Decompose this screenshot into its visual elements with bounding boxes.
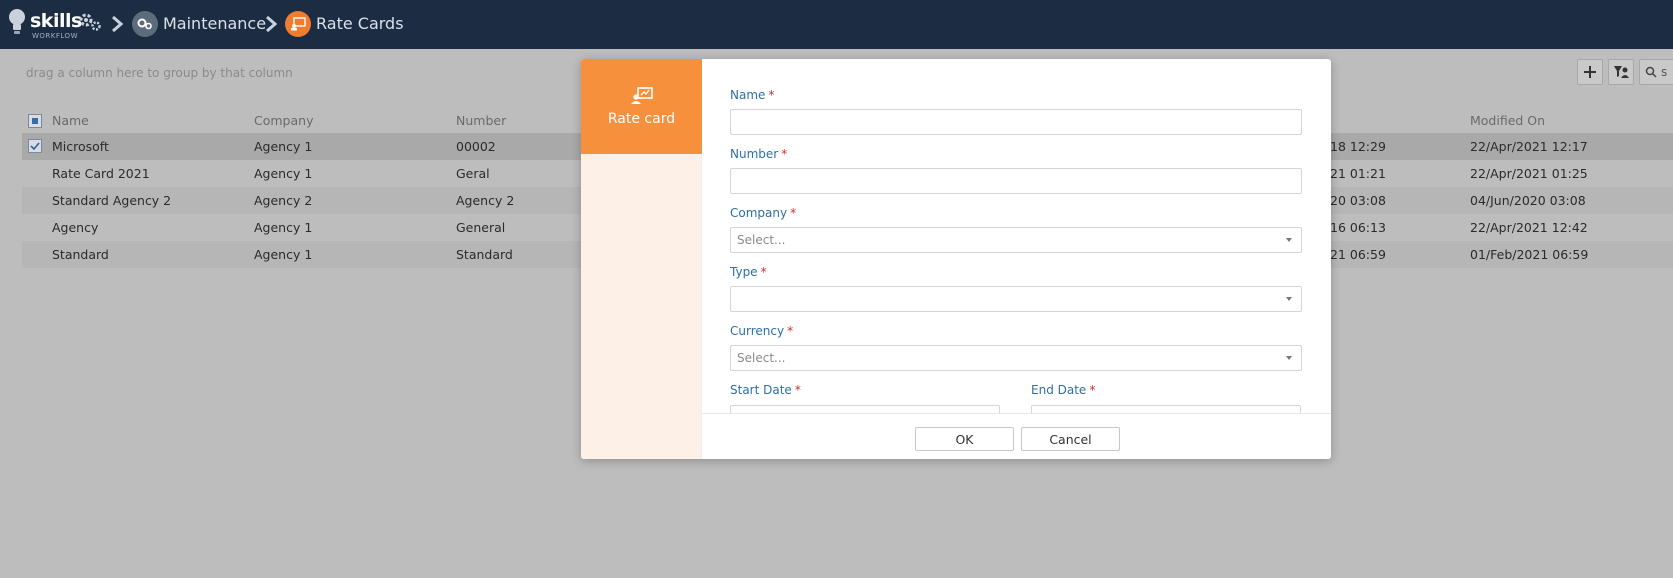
- end-date-input[interactable]: [1031, 405, 1301, 413]
- rate-card-glyph-icon: [291, 17, 306, 31]
- chevron-right-icon: [112, 15, 124, 33]
- rate-card-form: Name * Number * Company * Select... Type * C…: [730, 59, 1302, 413]
- cell-created-partial: 21 06:59: [1330, 247, 1386, 262]
- cell-company: Agency 1: [254, 247, 313, 262]
- gears-icon: [79, 13, 101, 31]
- cell-created-partial: 21 01:21: [1330, 166, 1386, 181]
- cell-modified-on: 04/Jun/2020 03:08: [1470, 193, 1586, 208]
- logo-text: skills: [30, 10, 82, 32]
- company-label: Company *: [730, 206, 797, 220]
- search-partial-text: s: [1661, 65, 1668, 79]
- number-input[interactable]: [730, 168, 1302, 194]
- breadcrumb-rate-cards: Rate Cards: [316, 14, 404, 33]
- currency-label: Currency *: [730, 324, 794, 338]
- type-select[interactable]: [730, 286, 1302, 312]
- group-by-hint[interactable]: drag a column here to group by that colu…: [26, 66, 293, 80]
- rate-card-icon: [630, 86, 653, 104]
- chevron-right-icon: [266, 15, 278, 33]
- logo-subtext: WORKFLOW: [32, 32, 78, 40]
- cancel-button[interactable]: Cancel: [1021, 427, 1120, 451]
- dialog-sidebar: Rate card: [581, 59, 702, 459]
- cell-number: Standard: [456, 247, 513, 262]
- check-icon: [30, 142, 40, 151]
- cell-number: 00002: [456, 139, 496, 154]
- type-label: Type *: [730, 265, 767, 279]
- column-header-name[interactable]: Name: [52, 113, 89, 128]
- dialog-footer: OK Cancel: [702, 413, 1331, 459]
- chevron-down-icon: [1286, 238, 1292, 242]
- gears-icon: [137, 18, 152, 30]
- column-header-modified-on[interactable]: Modified On: [1470, 113, 1545, 128]
- breadcrumb-maintenance[interactable]: Maintenance: [163, 14, 266, 33]
- name-label: Name *: [730, 88, 775, 102]
- cell-company: Agency 1: [254, 166, 313, 181]
- app-logo[interactable]: skills WORKFLOW: [8, 8, 103, 40]
- column-header-number[interactable]: Number: [456, 113, 506, 128]
- number-label: Number *: [730, 147, 788, 161]
- cell-company: Agency 1: [254, 220, 313, 235]
- chevron-down-icon: [1286, 356, 1292, 360]
- start-date-input[interactable]: [730, 405, 1000, 413]
- tab-rate-card-label: Rate card: [607, 110, 676, 127]
- cell-modified-on: 22/Apr/2021 01:25: [1470, 166, 1588, 181]
- rate-card-icon[interactable]: [285, 11, 311, 37]
- cell-name: Standard Agency 2: [52, 193, 172, 208]
- ok-button[interactable]: OK: [915, 427, 1014, 451]
- company-placeholder: Select...: [737, 233, 786, 247]
- search-box[interactable]: s: [1639, 59, 1673, 85]
- cell-modified-on: 22/Apr/2021 12:17: [1470, 139, 1588, 154]
- column-header-company[interactable]: Company: [254, 113, 313, 128]
- cell-modified-on: 22/Apr/2021 12:42: [1470, 220, 1588, 235]
- cell-created-partial: 18 12:29: [1330, 139, 1386, 154]
- select-all-checkbox[interactable]: [28, 114, 42, 128]
- user-filter-icon: [1614, 66, 1629, 78]
- plus-icon: [1584, 66, 1596, 78]
- lightbulb-icon: [9, 9, 25, 34]
- rate-card-dialog: Rate card Name * Number * Company * Select.…: [581, 59, 1331, 459]
- cell-number: Agency 2: [456, 193, 515, 208]
- currency-placeholder: Select...: [737, 351, 786, 365]
- maintenance-icon[interactable]: [132, 11, 158, 37]
- cell-created-partial: 16 06:13: [1330, 220, 1386, 235]
- search-icon: [1645, 66, 1657, 78]
- cell-name: Rate Card 2021: [52, 166, 150, 181]
- cell-name: Agency: [52, 220, 99, 235]
- cell-created-partial: 20 03:08: [1330, 193, 1386, 208]
- chevron-down-icon: [1286, 297, 1292, 301]
- cell-name: Microsoft: [52, 139, 109, 154]
- cell-company: Agency 2: [254, 193, 313, 208]
- company-select[interactable]: Select...: [730, 227, 1302, 253]
- cell-number: General: [456, 220, 506, 235]
- indeterminate-mark: [32, 118, 38, 124]
- add-button[interactable]: [1577, 59, 1603, 85]
- top-bar: skills WORKFLOW Maintenance Rate Cards: [0, 0, 1673, 49]
- name-input[interactable]: [730, 109, 1302, 135]
- currency-select[interactable]: Select...: [730, 345, 1302, 371]
- cell-modified-on: 01/Feb/2021 06:59: [1470, 247, 1589, 262]
- end-date-label: End Date *: [1031, 383, 1096, 397]
- cell-name: Standard: [52, 247, 109, 262]
- tab-rate-card[interactable]: Rate card: [581, 59, 702, 154]
- start-date-label: Start Date *: [730, 383, 801, 397]
- cell-number: Geral: [456, 166, 490, 181]
- row-checkbox[interactable]: [28, 139, 42, 153]
- filter-users-button[interactable]: [1608, 59, 1634, 85]
- cell-company: Agency 1: [254, 139, 313, 154]
